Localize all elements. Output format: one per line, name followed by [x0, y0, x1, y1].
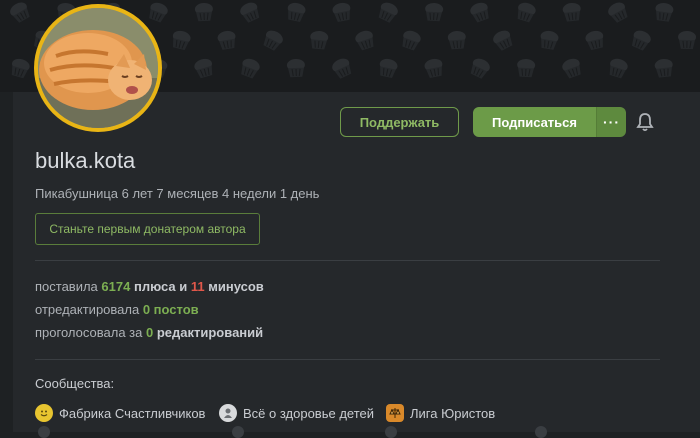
bell-icon[interactable] [636, 112, 654, 132]
cupcake-icon [172, 30, 191, 51]
cupcake-icon [493, 30, 513, 51]
cat-photo-avatar [38, 8, 158, 128]
avatar[interactable] [34, 4, 162, 132]
cupcake-icon [678, 30, 697, 50]
more-options-button[interactable]: ··· [596, 107, 626, 137]
profile-card [13, 92, 700, 432]
cupcake-icon [241, 58, 260, 79]
cupcake-icon [655, 2, 674, 22]
cupcake-icon [517, 2, 536, 23]
cupcake-icon [424, 58, 443, 78]
community-item[interactable]: Всё о здоровье детей [219, 403, 374, 423]
member-since: Пикабушница 6 лет 7 месяцев 4 недели 1 д… [35, 186, 320, 201]
community-icon-partial [535, 426, 547, 438]
cupcake-icon [631, 30, 651, 51]
username: bulka.kota [35, 148, 136, 173]
cupcake-icon [608, 2, 628, 23]
cupcake-icon [562, 2, 581, 22]
cupcake-icon [217, 30, 236, 50]
cupcake-icon [654, 58, 673, 78]
cupcake-icon [562, 58, 581, 79]
smiley-icon [35, 404, 53, 422]
cupcake-icon [332, 2, 351, 22]
cupcake-icon [263, 30, 283, 51]
cupcake-icon [149, 2, 168, 23]
community-icon-partial [385, 426, 397, 438]
cupcake-icon [470, 2, 489, 23]
cupcake-icon [286, 58, 305, 78]
cupcake-icon [402, 30, 421, 51]
community-item[interactable]: Фабрика Счастливчиков [35, 403, 205, 423]
edits-link[interactable]: 0 постов [143, 302, 199, 317]
cupcake-icon [332, 58, 352, 79]
support-button[interactable]: Поддержать [340, 107, 459, 137]
cupcake-icon [540, 30, 559, 50]
scales-icon [386, 404, 404, 422]
donate-button[interactable]: Станьте первым донатером автора [35, 213, 260, 245]
divider [35, 359, 660, 360]
minus-count: 11 [190, 279, 205, 294]
community-item[interactable]: Лига Юристов [386, 403, 495, 423]
cupcake-icon [355, 30, 374, 51]
cupcake-icon [11, 58, 30, 79]
cupcake-icon [447, 30, 466, 50]
community-icon-partial [232, 426, 244, 438]
cupcake-icon [10, 2, 30, 23]
cupcake-icon [378, 2, 398, 23]
cupcake-icon [379, 58, 398, 79]
community-icon-partial [38, 426, 50, 438]
cupcake-icon [194, 2, 213, 22]
cupcake-icon [194, 58, 213, 79]
stat-edits: отредактировала 0 постов [35, 302, 199, 317]
plus-count: 6174 [101, 279, 131, 294]
communities-title: Сообщества: [35, 376, 115, 391]
cupcake-icon [310, 30, 329, 50]
stat-votes: поставила 6174 плюса и 11 минусов [35, 279, 264, 294]
divider [35, 260, 660, 261]
cupcake-icon [287, 2, 306, 23]
cupcake-icon [609, 58, 628, 79]
stat-edit-votes: проголосовала за 0 редактирований [35, 325, 264, 340]
cupcake-icon [425, 2, 444, 22]
baby-icon [219, 404, 237, 422]
cupcake-icon [470, 58, 490, 79]
cupcake-icon [240, 2, 260, 23]
cupcake-icon [585, 30, 604, 51]
subscribe-button[interactable]: Подписаться [473, 107, 596, 137]
cupcake-icon [517, 58, 536, 78]
